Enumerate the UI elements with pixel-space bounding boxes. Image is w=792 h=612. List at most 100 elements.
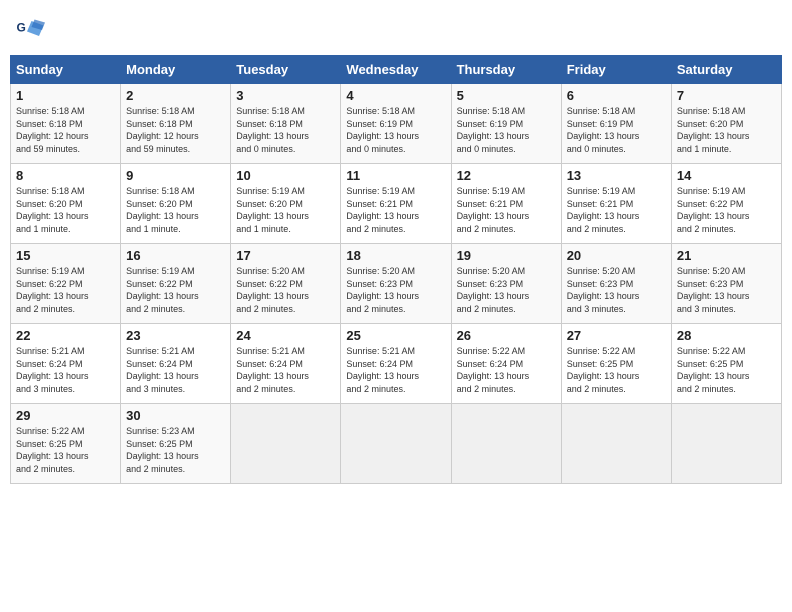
day-info: Sunrise: 5:19 AMSunset: 6:21 PMDaylight:…	[346, 185, 445, 235]
day-info: Sunrise: 5:19 AMSunset: 6:22 PMDaylight:…	[16, 265, 115, 315]
day-info: Sunrise: 5:21 AMSunset: 6:24 PMDaylight:…	[16, 345, 115, 395]
weekday-header-tuesday: Tuesday	[231, 56, 341, 84]
day-number: 2	[126, 88, 225, 103]
day-number: 25	[346, 328, 445, 343]
calendar-cell	[671, 404, 781, 484]
weekday-header-row: SundayMondayTuesdayWednesdayThursdayFrid…	[11, 56, 782, 84]
day-number: 12	[457, 168, 556, 183]
day-info: Sunrise: 5:20 AMSunset: 6:23 PMDaylight:…	[567, 265, 666, 315]
day-number: 15	[16, 248, 115, 263]
day-number: 20	[567, 248, 666, 263]
day-info: Sunrise: 5:18 AMSunset: 6:18 PMDaylight:…	[126, 105, 225, 155]
day-info: Sunrise: 5:19 AMSunset: 6:22 PMDaylight:…	[677, 185, 776, 235]
calendar-cell: 26Sunrise: 5:22 AMSunset: 6:24 PMDayligh…	[451, 324, 561, 404]
calendar-cell	[341, 404, 451, 484]
day-info: Sunrise: 5:18 AMSunset: 6:19 PMDaylight:…	[346, 105, 445, 155]
day-number: 29	[16, 408, 115, 423]
calendar-cell: 2 Sunrise: 5:18 AMSunset: 6:18 PMDaylight…	[121, 84, 231, 164]
day-number: 1	[16, 88, 115, 103]
day-number: 10	[236, 168, 335, 183]
calendar-cell: 20 Sunrise: 5:20 AMSunset: 6:23 PMDayligh…	[561, 244, 671, 324]
logo-icon: G	[15, 15, 45, 45]
calendar-body: 1 Sunrise: 5:18 AMSunset: 6:18 PMDaylight…	[11, 84, 782, 484]
day-info: Sunrise: 5:19 AMSunset: 6:22 PMDaylight:…	[126, 265, 225, 315]
calendar-cell: 1Sunrise: 5:18 AMSunset: 6:18 PMDaylight…	[11, 84, 121, 164]
calendar-cell: 5 Sunrise: 5:18 AMSunset: 6:19 PMDaylight…	[451, 84, 561, 164]
day-number: 14	[677, 168, 776, 183]
day-number: 16	[126, 248, 225, 263]
calendar-cell: 27 Sunrise: 5:22 AMSunset: 6:25 PMDayligh…	[561, 324, 671, 404]
svg-text:G: G	[17, 21, 26, 35]
day-info: Sunrise: 5:22 AMSunset: 6:25 PMDaylight:…	[16, 425, 115, 475]
day-number: 17	[236, 248, 335, 263]
day-info: Sunrise: 5:21 AMSunset: 6:24 PMDaylight:…	[126, 345, 225, 395]
day-number: 21	[677, 248, 776, 263]
day-number: 6	[567, 88, 666, 103]
calendar-cell	[231, 404, 341, 484]
calendar-cell: 10 Sunrise: 5:19 AMSunset: 6:20 PMDayligh…	[231, 164, 341, 244]
day-number: 9	[126, 168, 225, 183]
day-number: 4	[346, 88, 445, 103]
calendar-table: SundayMondayTuesdayWednesdayThursdayFrid…	[10, 55, 782, 484]
day-number: 3	[236, 88, 335, 103]
day-info: Sunrise: 5:21 AMSunset: 6:24 PMDaylight:…	[236, 345, 335, 395]
day-number: 30	[126, 408, 225, 423]
day-number: 11	[346, 168, 445, 183]
day-number: 26	[457, 328, 556, 343]
calendar-cell: 11 Sunrise: 5:19 AMSunset: 6:21 PMDayligh…	[341, 164, 451, 244]
calendar-cell	[561, 404, 671, 484]
day-info: Sunrise: 5:20 AMSunset: 6:23 PMDaylight:…	[346, 265, 445, 315]
day-number: 19	[457, 248, 556, 263]
day-number: 7	[677, 88, 776, 103]
calendar-cell: 15 Sunrise: 5:19 AMSunset: 6:22 PMDayligh…	[11, 244, 121, 324]
day-info: Sunrise: 5:23 AMSunset: 6:25 PMDaylight:…	[126, 425, 225, 475]
weekday-header-thursday: Thursday	[451, 56, 561, 84]
weekday-header-sunday: Sunday	[11, 56, 121, 84]
day-info: Sunrise: 5:18 AMSunset: 6:20 PMDaylight:…	[126, 185, 225, 235]
calendar-week-row: 22 Sunrise: 5:21 AMSunset: 6:24 PMDayligh…	[11, 324, 782, 404]
calendar-cell: 7Sunrise: 5:18 AMSunset: 6:20 PMDaylight…	[671, 84, 781, 164]
day-info: Sunrise: 5:19 AMSunset: 6:21 PMDaylight:…	[457, 185, 556, 235]
calendar-cell: 13 Sunrise: 5:19 AMSunset: 6:21 PMDayligh…	[561, 164, 671, 244]
calendar-week-row: 29 Sunrise: 5:22 AMSunset: 6:25 PMDayligh…	[11, 404, 782, 484]
day-info: Sunrise: 5:18 AMSunset: 6:19 PMDaylight:…	[567, 105, 666, 155]
calendar-cell: 30 Sunrise: 5:23 AMSunset: 6:25 PMDayligh…	[121, 404, 231, 484]
day-info: Sunrise: 5:18 AMSunset: 6:18 PMDaylight:…	[236, 105, 335, 155]
day-number: 13	[567, 168, 666, 183]
calendar-cell: 22 Sunrise: 5:21 AMSunset: 6:24 PMDayligh…	[11, 324, 121, 404]
calendar-cell: 28 Sunrise: 5:22 AMSunset: 6:25 PMDayligh…	[671, 324, 781, 404]
calendar-cell: 8Sunrise: 5:18 AMSunset: 6:20 PMDaylight…	[11, 164, 121, 244]
day-number: 28	[677, 328, 776, 343]
day-info: Sunrise: 5:18 AMSunset: 6:19 PMDaylight:…	[457, 105, 556, 155]
calendar-cell: 21Sunrise: 5:20 AMSunset: 6:23 PMDayligh…	[671, 244, 781, 324]
calendar-cell: 12 Sunrise: 5:19 AMSunset: 6:21 PMDayligh…	[451, 164, 561, 244]
day-number: 24	[236, 328, 335, 343]
calendar-week-row: 8Sunrise: 5:18 AMSunset: 6:20 PMDaylight…	[11, 164, 782, 244]
day-number: 5	[457, 88, 556, 103]
day-info: Sunrise: 5:21 AMSunset: 6:24 PMDaylight:…	[346, 345, 445, 395]
calendar-cell: 4 Sunrise: 5:18 AMSunset: 6:19 PMDaylight…	[341, 84, 451, 164]
day-number: 27	[567, 328, 666, 343]
calendar-cell: 6 Sunrise: 5:18 AMSunset: 6:19 PMDaylight…	[561, 84, 671, 164]
day-info: Sunrise: 5:19 AMSunset: 6:20 PMDaylight:…	[236, 185, 335, 235]
day-info: Sunrise: 5:22 AMSunset: 6:25 PMDaylight:…	[567, 345, 666, 395]
calendar-cell: 23Sunrise: 5:21 AMSunset: 6:24 PMDayligh…	[121, 324, 231, 404]
calendar-cell: 19Sunrise: 5:20 AMSunset: 6:23 PMDayligh…	[451, 244, 561, 324]
day-info: Sunrise: 5:20 AMSunset: 6:22 PMDaylight:…	[236, 265, 335, 315]
calendar-cell: 29 Sunrise: 5:22 AMSunset: 6:25 PMDayligh…	[11, 404, 121, 484]
logo: G	[15, 15, 47, 45]
day-info: Sunrise: 5:18 AMSunset: 6:20 PMDaylight:…	[16, 185, 115, 235]
day-info: Sunrise: 5:19 AMSunset: 6:21 PMDaylight:…	[567, 185, 666, 235]
day-number: 22	[16, 328, 115, 343]
day-info: Sunrise: 5:22 AMSunset: 6:25 PMDaylight:…	[677, 345, 776, 395]
day-number: 18	[346, 248, 445, 263]
calendar-cell: 16 Sunrise: 5:19 AMSunset: 6:22 PMDayligh…	[121, 244, 231, 324]
calendar-week-row: 1 Sunrise: 5:18 AMSunset: 6:18 PMDaylight…	[11, 84, 782, 164]
calendar-cell: 24 Sunrise: 5:21 AMSunset: 6:24 PMDayligh…	[231, 324, 341, 404]
calendar-cell: 17 Sunrise: 5:20 AMSunset: 6:22 PMDayligh…	[231, 244, 341, 324]
page-header: G	[10, 10, 782, 45]
calendar-cell: 14 Sunrise: 5:19 AMSunset: 6:22 PMDayligh…	[671, 164, 781, 244]
calendar-week-row: 15 Sunrise: 5:19 AMSunset: 6:22 PMDayligh…	[11, 244, 782, 324]
calendar-cell: 9 Sunrise: 5:18 AMSunset: 6:20 PMDaylight…	[121, 164, 231, 244]
weekday-header-monday: Monday	[121, 56, 231, 84]
